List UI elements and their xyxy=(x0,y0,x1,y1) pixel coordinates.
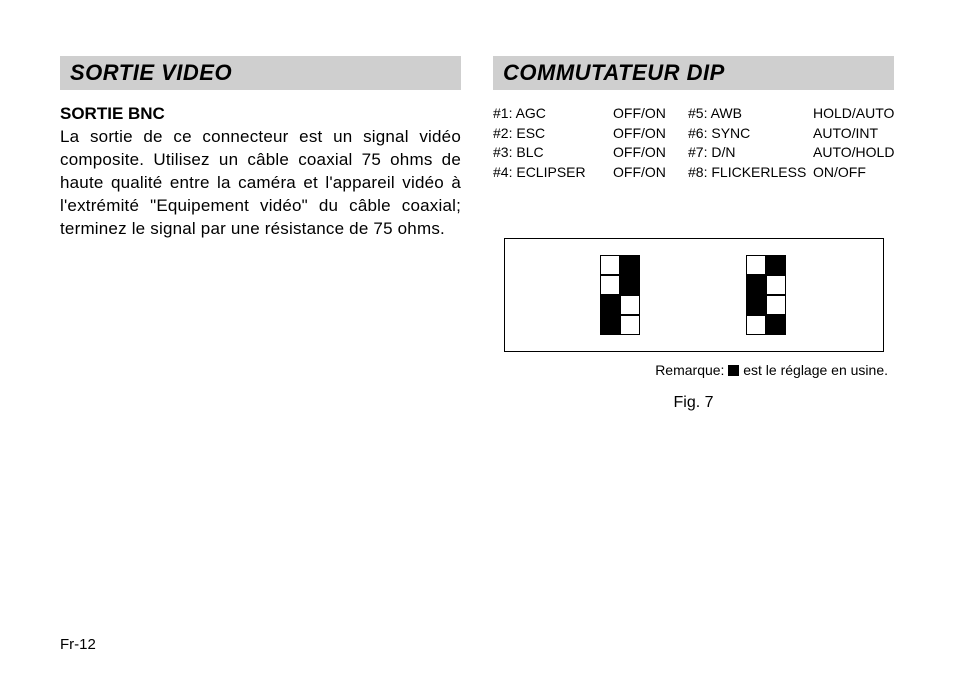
dip-switch-cell xyxy=(600,255,620,275)
dip-switch-cell xyxy=(600,295,620,315)
dip-switch-cell xyxy=(746,295,766,315)
dip-switch-cell xyxy=(766,255,786,275)
dip-switch-cell xyxy=(620,315,640,335)
dip-value: AUTO/HOLD xyxy=(813,143,903,163)
dip-value: OFF/ON xyxy=(613,104,688,124)
page-number: Fr-12 xyxy=(60,636,96,653)
section-header-dip-switch: COMMUTATEUR DIP xyxy=(493,56,894,90)
dip-label: #7: D/N xyxy=(688,143,813,163)
dip-switch-cell xyxy=(766,315,786,335)
dip-switch-cell xyxy=(600,275,620,295)
body-paragraph: La sortie de ce connecteur est un signal… xyxy=(60,126,461,241)
figure-caption: Fig. 7 xyxy=(493,394,894,412)
dip-value: OFF/ON xyxy=(613,143,688,163)
figure-note-suffix: est le réglage en usine. xyxy=(739,362,888,378)
dip-label: #6: SYNC xyxy=(688,124,813,144)
dip-switch-cell xyxy=(620,295,640,315)
right-column: COMMUTATEUR DIP #1: AGC OFF/ON #2: ESC O… xyxy=(493,56,894,412)
filled-square-icon xyxy=(728,365,739,376)
dip-switch-cell xyxy=(766,275,786,295)
dip-switch-cell xyxy=(746,275,766,295)
dip-right-block: #5: AWB HOLD/AUTO #6: SYNC AUTO/INT #7: … xyxy=(688,104,903,182)
dip-switch-cell xyxy=(600,315,620,335)
dip-bank-left xyxy=(601,255,641,335)
dip-value: ON/OFF xyxy=(813,163,903,183)
dip-figure-box xyxy=(504,238,884,352)
dip-label: #1: AGC xyxy=(493,104,613,124)
dip-left-block: #1: AGC OFF/ON #2: ESC OFF/ON #3: BLC OF… xyxy=(493,104,688,182)
dip-bank-right xyxy=(747,255,787,335)
left-column: SORTIE VIDEO SORTIE BNC La sortie de ce … xyxy=(60,56,461,412)
figure-note: Remarque: est le réglage en usine. xyxy=(493,362,888,378)
dip-label: #8: FLICKERLESS xyxy=(688,163,813,183)
dip-switch-cell xyxy=(620,255,640,275)
two-column-layout: SORTIE VIDEO SORTIE BNC La sortie de ce … xyxy=(60,56,894,412)
section-header-video-output: SORTIE VIDEO xyxy=(60,56,461,90)
dip-label: #5: AWB xyxy=(688,104,813,124)
dip-value: HOLD/AUTO xyxy=(813,104,903,124)
dip-switch-cell xyxy=(746,315,766,335)
dip-label: #2: ESC xyxy=(493,124,613,144)
dip-value: OFF/ON xyxy=(613,124,688,144)
dip-value: AUTO/INT xyxy=(813,124,903,144)
dip-label: #3: BLC xyxy=(493,143,613,163)
dip-switch-cell xyxy=(746,255,766,275)
dip-value: OFF/ON xyxy=(613,163,688,183)
dip-figure-wrap: Remarque: est le réglage en usine. Fig. … xyxy=(493,238,894,412)
subsection-header-bnc: SORTIE BNC xyxy=(60,104,461,124)
dip-switch-cell xyxy=(766,295,786,315)
dip-label: #4: ECLIPSER xyxy=(493,163,613,183)
dip-switch-list: #1: AGC OFF/ON #2: ESC OFF/ON #3: BLC OF… xyxy=(493,104,894,182)
figure-note-prefix: Remarque: xyxy=(655,362,728,378)
manual-page: SORTIE VIDEO SORTIE BNC La sortie de ce … xyxy=(0,0,954,677)
dip-switch-cell xyxy=(620,275,640,295)
